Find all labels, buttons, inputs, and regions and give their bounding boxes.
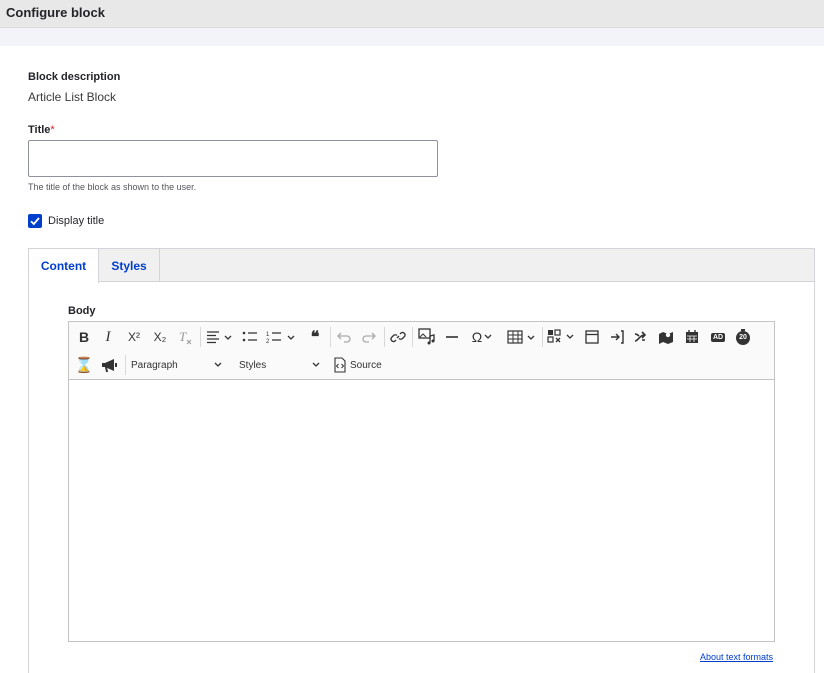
chevron-down-icon (214, 362, 222, 367)
special-characters-dropdown[interactable]: Ω (467, 326, 499, 348)
display-title-label[interactable]: Display title (48, 215, 104, 227)
toolbar-separator (542, 327, 543, 347)
styles-dropdown[interactable]: Styles (239, 354, 325, 376)
dialog-subbar (0, 28, 824, 46)
chevron-down-icon (484, 334, 492, 339)
subscript-button[interactable]: X₂ (148, 326, 172, 348)
toolbar-separator (384, 327, 385, 347)
body-label: Body (68, 305, 96, 317)
remove-format-button[interactable]: T (174, 326, 196, 348)
insert-button[interactable] (606, 326, 628, 348)
toolbar-separator (412, 327, 413, 347)
svg-text:2: 2 (266, 339, 270, 344)
toolbar-separator (200, 327, 201, 347)
megaphone-icon (102, 359, 117, 372)
tab-styles[interactable]: Styles (99, 249, 160, 282)
dialog-titlebar: Configure block (0, 0, 824, 28)
title-label-text: Title (28, 124, 51, 136)
link-icon (390, 331, 406, 343)
special-characters-icon: Ω (471, 329, 483, 345)
align-left-icon (207, 331, 232, 344)
templates-icon (547, 329, 574, 343)
numbered-list-dropdown[interactable]: 12 (265, 326, 299, 348)
undo-icon (337, 332, 351, 343)
heading-dropdown[interactable]: Paragraph (131, 354, 227, 376)
italic-button[interactable]: I (98, 326, 118, 348)
svg-text:1: 1 (266, 332, 270, 338)
ad-button[interactable]: AD (706, 326, 730, 348)
table-icon (507, 330, 535, 344)
hourglass-button[interactable]: ⌛ (74, 354, 94, 376)
announcement-button[interactable] (98, 354, 120, 376)
remove-format-icon: T (179, 329, 192, 345)
horizontal-line-button[interactable] (441, 326, 463, 348)
tab-bar: Content Styles (29, 249, 814, 283)
toolbar-separator (330, 327, 331, 347)
svg-text:T: T (179, 329, 187, 344)
about-text-formats-link[interactable]: About text formats (700, 652, 773, 662)
stopwatch-icon: 20 (736, 329, 750, 345)
editor-content-area[interactable] (69, 380, 774, 641)
media-icon (418, 328, 435, 345)
title-input[interactable] (28, 140, 438, 177)
redo-icon (362, 332, 376, 343)
templates-dropdown[interactable] (546, 326, 578, 348)
heading-dropdown-label: Paragraph (131, 359, 178, 371)
timer-button[interactable]: 20 (732, 326, 754, 348)
title-help: The title of the block as shown to the u… (28, 182, 197, 192)
share-button[interactable] (630, 326, 652, 348)
map-button[interactable] (655, 326, 677, 348)
checkmark-icon (30, 217, 40, 226)
block-quote-button[interactable]: ❝ (304, 326, 326, 348)
superscript-button[interactable]: X² (122, 326, 146, 348)
styles-dropdown-label: Styles (239, 359, 267, 371)
map-icon (659, 332, 673, 344)
bulleted-list-button[interactable] (239, 326, 261, 348)
link-button[interactable] (387, 326, 409, 348)
ad-icon: AD (710, 332, 726, 342)
container-button[interactable] (581, 326, 603, 348)
block-description-value: Article List Block (28, 90, 117, 104)
redo-button[interactable] (358, 326, 380, 348)
editor-toolbar: B I X² X₂ T 12 ❝ Ω AD 20 ⌛ Paragraph Sty… (69, 322, 774, 380)
source-code-icon (334, 357, 346, 373)
dialog-title: Configure block (6, 5, 105, 20)
rich-text-editor: B I X² X₂ T 12 ❝ Ω AD 20 ⌛ Paragraph Sty… (68, 321, 775, 642)
tab-content[interactable]: Content (29, 249, 99, 283)
table-dropdown[interactable] (506, 326, 538, 348)
chevron-down-icon (312, 362, 320, 367)
media-button[interactable] (415, 326, 439, 348)
share-arrows-icon (634, 331, 647, 342)
toolbar-separator (125, 355, 126, 375)
undo-button[interactable] (333, 326, 355, 348)
bulleted-list-icon (242, 331, 257, 342)
display-title-checkbox[interactable] (28, 214, 42, 228)
calendar-icon (686, 330, 698, 343)
numbered-list-icon: 12 (266, 332, 295, 344)
required-mark: * (50, 124, 55, 136)
horizontal-line-icon (446, 336, 458, 338)
source-button[interactable]: Source (333, 354, 385, 376)
window-icon (585, 330, 599, 344)
title-label: Title* (28, 124, 55, 136)
timer-value: 20 (736, 331, 750, 345)
source-label: Source (350, 359, 382, 371)
calendar-button[interactable] (681, 326, 703, 348)
arrow-right-to-bracket-icon (611, 330, 624, 344)
block-description-label: Block description (28, 71, 121, 83)
alignment-dropdown[interactable] (204, 326, 236, 348)
bold-button[interactable]: B (74, 326, 94, 348)
